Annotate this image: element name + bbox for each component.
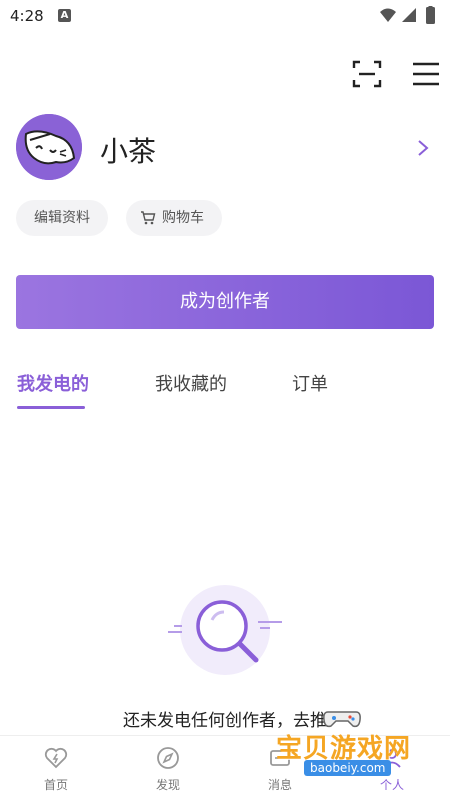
status-time: 4:28 (10, 7, 44, 25)
avatar-image (16, 114, 82, 180)
person-icon (383, 749, 401, 768)
empty-state-message: 还未发电任何创作者，去推 (123, 711, 327, 731)
status-icons (380, 6, 435, 24)
avatar[interactable] (16, 114, 82, 180)
lightning-heart-icon (44, 747, 68, 769)
active-tab-indicator (17, 406, 85, 409)
tab-powered[interactable]: 我发电的 (17, 370, 89, 396)
wifi-icon (380, 8, 396, 22)
nav-home[interactable]: 首页 (0, 736, 112, 801)
compass-icon (157, 747, 179, 769)
status-bar: 4:28 A (0, 0, 450, 32)
scan-icon[interactable] (351, 58, 383, 90)
profile-header[interactable]: 小茶 (16, 114, 436, 182)
battery-icon (426, 7, 435, 24)
menu-icon[interactable] (410, 58, 442, 90)
nav-home-label: 首页 (43, 778, 68, 792)
chevron-right-icon[interactable] (416, 138, 430, 158)
message-icon (270, 750, 290, 766)
nav-messages-label: 消息 (267, 778, 292, 792)
tab-favorites[interactable]: 我收藏的 (155, 370, 227, 396)
edit-profile-button[interactable]: 编辑资料 (16, 200, 108, 236)
tab-bar: 我发电的 我收藏的 订单 (0, 362, 450, 412)
nav-profile[interactable]: 个人 (336, 736, 448, 801)
become-creator-label: 成为创作者 (180, 291, 270, 312)
nav-messages[interactable]: 消息 (224, 736, 336, 801)
signal-icon (402, 8, 416, 22)
bottom-nav: 首页 发现 消息 个人 (0, 735, 450, 801)
nav-discover-label: 发现 (155, 778, 180, 792)
nav-discover[interactable]: 发现 (112, 736, 224, 801)
app-notification-icon: A (58, 9, 71, 22)
empty-search-illustration (168, 585, 282, 675)
tab-orders[interactable]: 订单 (292, 370, 328, 396)
username: 小茶 (100, 135, 157, 168)
cart-label: 购物车 (162, 210, 204, 226)
nav-profile-label: 个人 (379, 778, 404, 792)
edit-profile-label: 编辑资料 (34, 210, 90, 226)
cart-button[interactable]: 购物车 (126, 200, 222, 236)
become-creator-button[interactable]: 成为创作者 (16, 275, 434, 329)
cart-icon (141, 211, 156, 225)
